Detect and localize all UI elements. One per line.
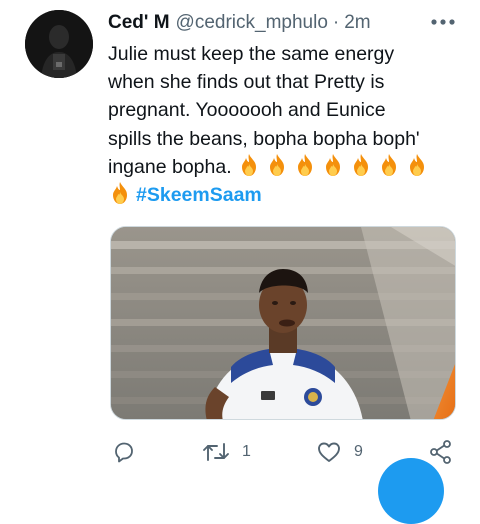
share-icon bbox=[430, 440, 451, 464]
fire-emoji-icon bbox=[270, 153, 285, 176]
tweet-text: Julie must keep the same energy when she… bbox=[108, 40, 458, 209]
heart-icon bbox=[318, 442, 340, 462]
tweet-text-line: ingane bopha. bbox=[108, 155, 232, 178]
fire-emoji-icon bbox=[410, 153, 425, 176]
timestamp[interactable]: 2m bbox=[344, 11, 370, 35]
reply-button[interactable] bbox=[112, 438, 148, 466]
retweet-button[interactable]: 1 bbox=[202, 438, 251, 466]
tweet-text-line: spills the beans, bopha bopha boph' bbox=[108, 127, 420, 150]
fire-emoji-icon bbox=[326, 153, 341, 176]
fire-emoji-icon bbox=[354, 153, 369, 176]
more-horizontal-icon[interactable] bbox=[430, 14, 456, 30]
avatar[interactable] bbox=[25, 10, 93, 78]
fire-emoji-icon bbox=[382, 153, 397, 176]
display-name[interactable]: Ced' M bbox=[108, 11, 170, 35]
retweet-count: 1 bbox=[242, 443, 251, 460]
tweet-text-line-with-emoji: ingane bopha. bbox=[108, 153, 458, 181]
hashtag-line: #SkeemSaam bbox=[108, 181, 458, 209]
tweet-text-line: Julie must keep the same energy bbox=[108, 43, 395, 65]
tweet[interactable]: Ced' M @cedrick_mphulo · 2m Julie must k… bbox=[0, 0, 480, 524]
hashtag-link[interactable]: #SkeemSaam bbox=[136, 184, 262, 206]
tweet-photo[interactable] bbox=[110, 226, 456, 420]
like-button[interactable]: 9 bbox=[316, 438, 363, 466]
separator-dot: · bbox=[332, 12, 340, 33]
user-handle[interactable]: @cedrick_mphulo bbox=[176, 11, 328, 35]
fire-emoji-icon bbox=[298, 153, 313, 176]
fire-emoji-icon bbox=[113, 182, 127, 205]
tweet-text-line: when she finds out that Pretty is bbox=[108, 71, 385, 94]
retweet-icon bbox=[203, 443, 229, 461]
tweet-header: Ced' M @cedrick_mphulo · 2m bbox=[108, 10, 371, 36]
fire-emoji-icon bbox=[242, 153, 257, 176]
share-button[interactable] bbox=[428, 438, 454, 466]
like-count: 9 bbox=[354, 443, 363, 460]
compose-tweet-button[interactable] bbox=[378, 458, 444, 524]
reply-icon bbox=[115, 442, 133, 463]
tweet-text-line: pregnant. Yooooooh and Eunice bbox=[108, 99, 386, 122]
